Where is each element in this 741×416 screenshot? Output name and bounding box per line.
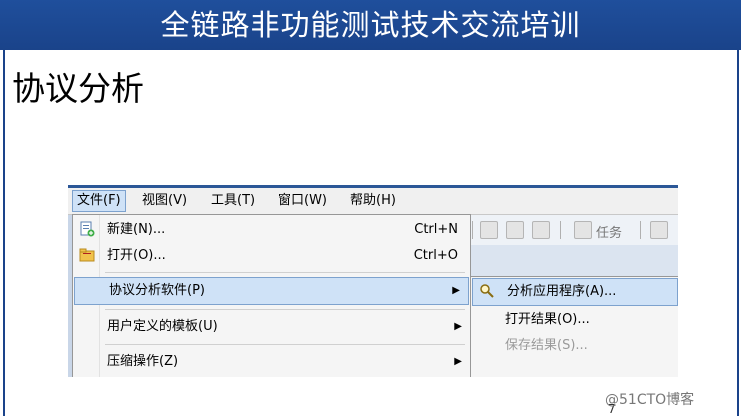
slide-heading: 协议分析 xyxy=(12,69,144,108)
submenu-arrow-icon: ▶ xyxy=(454,321,462,332)
menu-item-label: 协议分析软件(P) xyxy=(109,283,205,298)
menu-view[interactable]: 视图(V) xyxy=(138,191,191,211)
menu-item-label: 用户定义的模板(U) xyxy=(107,319,218,334)
open-folder-icon xyxy=(79,248,95,262)
magnifier-icon xyxy=(480,284,494,298)
menu-item-label: 新建(N)... xyxy=(107,222,166,237)
toolbar-task-button[interactable]: 任务 xyxy=(596,222,622,241)
toolbar-doc-icon[interactable] xyxy=(650,221,668,239)
toolbar-separator xyxy=(640,221,641,239)
file-menu-dropdown: 新建(N)... Ctrl+N 打开(O)... Ctrl+O 协议分析软件(P… xyxy=(72,214,471,377)
menu-item-shortcut: Ctrl+N xyxy=(414,222,458,237)
new-file-icon xyxy=(80,221,95,237)
toolbar-copy-icon[interactable] xyxy=(532,221,550,239)
submenu-item-open-results[interactable]: 打开结果(O)... xyxy=(471,307,678,333)
submenu-item-analyze-app[interactable]: 分析应用程序(A)... xyxy=(472,278,678,306)
menu-separator xyxy=(105,272,465,273)
menu-item-label: 打开(O)... xyxy=(107,248,166,263)
menu-tools[interactable]: 工具(T) xyxy=(207,191,259,211)
submenu-arrow-icon: ▶ xyxy=(452,285,460,296)
menu-item-label: 压缩操作(Z) xyxy=(107,354,179,369)
menu-item-new[interactable]: 新建(N)... Ctrl+N xyxy=(73,217,470,243)
task-icon[interactable] xyxy=(574,221,592,239)
menu-file[interactable]: 文件(F) xyxy=(72,190,126,212)
right-border xyxy=(737,50,739,416)
menu-window[interactable]: 窗口(W) xyxy=(274,191,331,211)
submenu-item-save-results: 保存结果(S)... xyxy=(471,333,678,359)
banner-title: 全链路非功能测试技术交流培训 xyxy=(160,8,581,42)
menu-item-open[interactable]: 打开(O)... Ctrl+O xyxy=(73,243,470,269)
menu-help[interactable]: 帮助(H) xyxy=(346,191,400,211)
left-border xyxy=(3,50,5,416)
toolbar-refresh-icon[interactable] xyxy=(506,221,524,239)
menu-item-compress[interactable]: 压缩操作(Z) ▶ xyxy=(73,349,470,375)
watermark: @51CTO博客 xyxy=(605,392,695,408)
slide-banner: 全链路非功能测试技术交流培训 xyxy=(0,0,741,50)
menu-separator xyxy=(105,309,465,310)
submenu-item-label: 保存结果(S)... xyxy=(505,338,588,353)
menu-separator xyxy=(105,344,465,345)
toolbar-back-icon[interactable] xyxy=(480,221,498,239)
submenu-item-label: 分析应用程序(A)... xyxy=(507,284,617,299)
submenu-item-label: 打开结果(O)... xyxy=(505,312,590,327)
app-screenshot: 文件(F) 视图(V) 工具(T) 窗口(W) 帮助(H) 任务 新建(N)..… xyxy=(68,185,678,377)
menu-item-shortcut: Ctrl+O xyxy=(413,248,458,263)
menu-item-protocol-analysis[interactable]: 协议分析软件(P) ▶ xyxy=(74,277,469,305)
toolbar-separator xyxy=(472,221,473,239)
protocol-analysis-submenu: 分析应用程序(A)... 打开结果(O)... 保存结果(S)... xyxy=(470,276,678,377)
toolbar: 任务 xyxy=(468,215,678,245)
menu-bar: 文件(F) 视图(V) 工具(T) 窗口(W) 帮助(H) xyxy=(68,188,678,215)
toolbar-separator xyxy=(560,221,561,239)
menu-item-user-templates[interactable]: 用户定义的模板(U) ▶ xyxy=(73,314,470,340)
submenu-arrow-icon: ▶ xyxy=(454,356,462,367)
